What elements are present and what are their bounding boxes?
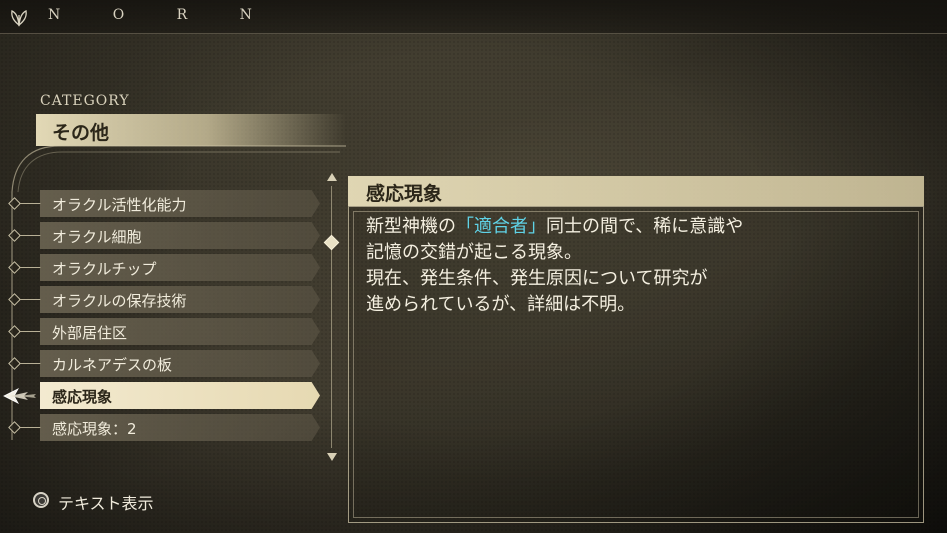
description-text: 新型神機の bbox=[366, 216, 456, 237]
list-connector bbox=[19, 235, 41, 236]
list-connector bbox=[19, 267, 41, 268]
list-connector bbox=[19, 331, 41, 332]
list-item[interactable]: 感応現象：2 bbox=[8, 414, 330, 441]
list-connector bbox=[19, 203, 41, 204]
leaf-emblem-icon bbox=[11, 10, 27, 27]
category-value: その他 bbox=[52, 122, 110, 144]
list-item-label: オラクル細胞 bbox=[52, 228, 142, 246]
list-item-label: カルネアデスの板 bbox=[52, 356, 173, 374]
list-item-label: 感応現象 bbox=[52, 388, 113, 406]
list-item-label: 感応現象：2 bbox=[52, 420, 137, 438]
list-item[interactable]: オラクル細胞 bbox=[8, 222, 330, 249]
description-line-3: 現在、発生条件、発生原因について研究が bbox=[366, 268, 708, 289]
scroll-down-arrow-icon[interactable] bbox=[326, 452, 338, 462]
list-item-label: オラクル活性化能力 bbox=[52, 196, 187, 214]
list-item-label: 外部居住区 bbox=[52, 324, 128, 342]
list-item[interactable]: オラクル活性化能力 bbox=[8, 190, 330, 217]
list-item-selected[interactable]: 感応現象 bbox=[3, 382, 330, 409]
detail-description: 新型神機の「適合者」同士の間で、稀に意識や 記憶の交錯が起こる現象。 現在、発生… bbox=[366, 214, 906, 318]
list-item-label: オラクルチップ bbox=[52, 260, 157, 278]
scrollbar-track[interactable] bbox=[331, 186, 332, 448]
description-line-4: 進められているが、詳細は不明。 bbox=[366, 294, 636, 315]
text-display-hint[interactable]: テキスト表示 bbox=[58, 490, 154, 514]
highlighted-term: 「適合者」 bbox=[456, 216, 546, 237]
top-bar: N O R N bbox=[0, 0, 947, 34]
circle-button-icon bbox=[33, 492, 49, 508]
list-item[interactable]: オラクルの保存技術 bbox=[8, 286, 330, 313]
description-text: 同士の間で、稀に意識や bbox=[546, 216, 744, 237]
description-line-2: 記憶の交錯が起こる現象。 bbox=[366, 242, 582, 263]
list-connector bbox=[19, 299, 41, 300]
list-connector bbox=[19, 427, 41, 428]
list-connector bbox=[19, 363, 41, 364]
detail-title: 感応現象 bbox=[366, 183, 443, 205]
selection-cursor-icon bbox=[3, 388, 36, 404]
list-item[interactable]: カルネアデスの板 bbox=[8, 350, 330, 377]
description-line-1: 新型神機の「適合者」同士の間で、稀に意識や bbox=[366, 214, 906, 240]
scroll-up-arrow-icon[interactable] bbox=[326, 172, 338, 182]
list-item[interactable]: オラクルチップ bbox=[8, 254, 330, 281]
list-item[interactable]: 外部居住区 bbox=[8, 318, 330, 345]
list-item-label: オラクルの保存技術 bbox=[52, 292, 187, 310]
category-heading: CATEGORY bbox=[40, 93, 130, 109]
brand-title: N O R N bbox=[48, 7, 276, 23]
